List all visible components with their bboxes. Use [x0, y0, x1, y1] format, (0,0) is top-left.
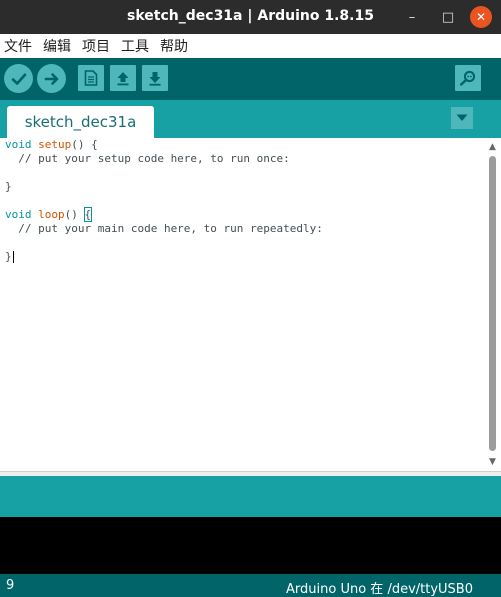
code-line: // put your main code here, to run repea…: [5, 222, 323, 236]
menu-edit[interactable]: 编辑: [43, 36, 71, 56]
code-text-span: }: [5, 180, 12, 193]
menu-bar: 文件 编辑 项目 工具 帮助: [0, 34, 501, 58]
tab-sketch[interactable]: sketch_dec31a: [7, 106, 154, 138]
code-line: }: [5, 250, 323, 264]
open-button[interactable]: [110, 65, 136, 91]
minimize-button[interactable]: –: [400, 5, 424, 29]
triangle-down-icon: [456, 114, 468, 121]
new-sketch-button[interactable]: [78, 65, 104, 91]
tab-menu-button[interactable]: [451, 107, 473, 129]
code-line: void setup() {: [5, 138, 323, 152]
arrow-right-icon: [44, 72, 58, 85]
scroll-up-icon[interactable]: ▲: [484, 140, 501, 154]
serial-monitor-button[interactable]: [455, 65, 481, 91]
text-cursor: [12, 251, 14, 263]
code-comment: // put your main code here, to run repea…: [5, 222, 323, 235]
matching-brace: {: [83, 207, 93, 222]
magnifier-icon: [460, 70, 476, 86]
maximize-button[interactable]: □: [436, 5, 460, 29]
line-number: 9: [6, 578, 15, 593]
code-text-span: () {: [71, 138, 98, 151]
title-bar: sketch_dec31a | Arduino 1.8.15 – □ ✕: [0, 0, 501, 34]
menu-tools[interactable]: 工具: [121, 36, 149, 56]
editor-scrollbar[interactable]: ▲ ▼: [484, 138, 501, 471]
close-button[interactable]: ✕: [470, 6, 492, 28]
code-line: // put your setup code here, to run once…: [5, 152, 323, 166]
message-area: [0, 476, 501, 517]
menu-help[interactable]: 帮助: [160, 36, 188, 56]
console-output[interactable]: [0, 517, 501, 574]
arrow-down-icon: [149, 72, 161, 86]
code-keyword: void: [5, 208, 32, 221]
code-editor[interactable]: void setup() { // put your setup code he…: [0, 138, 484, 471]
code-line: }: [5, 180, 323, 194]
code-line: void loop() {: [5, 207, 323, 222]
code-text-span: (): [64, 208, 85, 221]
scroll-down-icon[interactable]: ▼: [484, 455, 501, 469]
code-line: ​: [5, 236, 323, 250]
code-keyword: void: [5, 138, 32, 151]
save-button[interactable]: [142, 65, 168, 91]
status-bar: 9 Arduino Uno 在 /dev/ttyUSB0: [0, 574, 501, 597]
board-port-info: Arduino Uno 在 /dev/ttyUSB0: [286, 582, 473, 597]
code-function: setup: [38, 138, 72, 151]
upload-button[interactable]: [37, 64, 66, 93]
tab-strip: sketch_dec31a: [0, 100, 501, 138]
window-title: sketch_dec31a | Arduino 1.8.15: [127, 8, 374, 24]
code-comment: // put your setup code here, to run once…: [5, 152, 290, 165]
code-line: ​: [5, 166, 323, 180]
new-file-icon: [84, 70, 98, 86]
toolbar: [0, 58, 501, 100]
code-function: loop: [38, 208, 65, 221]
code-line: ​: [5, 194, 323, 208]
checkmark-icon: [11, 73, 26, 85]
scrollbar-thumb[interactable]: [489, 156, 496, 451]
code-text[interactable]: void setup() { // put your setup code he…: [5, 138, 323, 264]
arrow-up-icon: [117, 72, 129, 86]
code-text-span: }: [5, 250, 12, 263]
menu-file[interactable]: 文件: [4, 36, 32, 56]
menu-sketch[interactable]: 项目: [82, 36, 110, 56]
verify-button[interactable]: [4, 64, 33, 93]
